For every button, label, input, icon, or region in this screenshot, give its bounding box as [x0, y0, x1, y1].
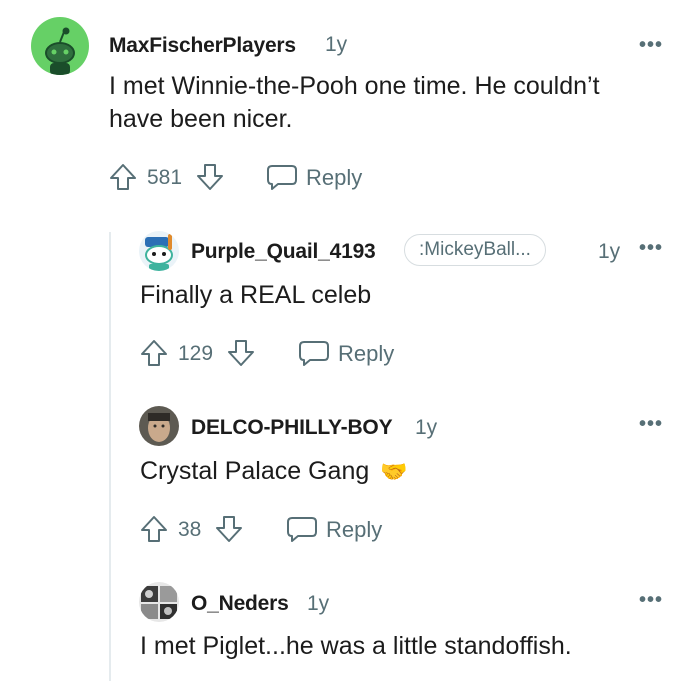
comment-age: 1y [307, 592, 330, 615]
comment-body: Finally a REAL celeb [140, 281, 372, 309]
snoo-avatar-icon [145, 234, 173, 271]
vote-score: 129 [178, 342, 214, 365]
username[interactable]: MaxFischerPlayers [109, 34, 296, 58]
avatar[interactable] [139, 406, 179, 446]
downvote-icon[interactable] [226, 338, 256, 368]
reply-button[interactable]: Reply [326, 517, 382, 543]
more-options-icon[interactable]: ••• [639, 589, 663, 612]
vote-score: 581 [147, 166, 183, 189]
comment-age: 1y [415, 416, 438, 439]
snoo-avatar-icon [45, 27, 75, 75]
comment-bubble-icon[interactable] [286, 514, 318, 544]
vote-score: 38 [178, 518, 202, 541]
upvote-icon[interactable] [139, 514, 169, 544]
more-options-icon[interactable]: ••• [639, 413, 663, 436]
comment-body: Crystal Palace Gang 🤝 [140, 455, 408, 488]
comment-age: 1y [325, 33, 348, 56]
comment-text: Crystal Palace Gang [140, 457, 370, 485]
downvote-icon[interactable] [214, 514, 244, 544]
more-options-icon[interactable]: ••• [639, 34, 663, 57]
avatar[interactable] [31, 17, 89, 75]
comment-bubble-icon[interactable] [266, 162, 298, 192]
reply-button[interactable]: Reply [338, 341, 394, 367]
avatar[interactable] [139, 582, 179, 622]
comment-body-line-2: have been nicer. [109, 105, 293, 133]
comment-body-line-1: I met Winnie-the-Pooh one time. He could… [109, 72, 600, 100]
comment-bubble-icon[interactable] [298, 338, 330, 368]
user-flair: :MickeyBall... [404, 234, 546, 266]
profile-photo-icon [141, 586, 177, 619]
more-options-icon[interactable]: ••• [639, 237, 663, 260]
comment-age: 1y [598, 240, 621, 263]
profile-photo-icon [148, 413, 170, 442]
thread-line[interactable] [109, 232, 111, 681]
downvote-icon[interactable] [195, 162, 225, 192]
handshake-emoji: 🤝 [380, 459, 408, 484]
avatar[interactable] [139, 231, 179, 271]
reply-button[interactable]: Reply [306, 165, 362, 191]
username[interactable]: Purple_Quail_4193 [191, 240, 376, 264]
username[interactable]: O_Neders [191, 592, 289, 616]
upvote-icon[interactable] [108, 162, 138, 192]
username[interactable]: DELCO-PHILLY-BOY [191, 416, 393, 440]
comment-body: I met Piglet...he was a little standoffi… [140, 632, 572, 660]
upvote-icon[interactable] [139, 338, 169, 368]
